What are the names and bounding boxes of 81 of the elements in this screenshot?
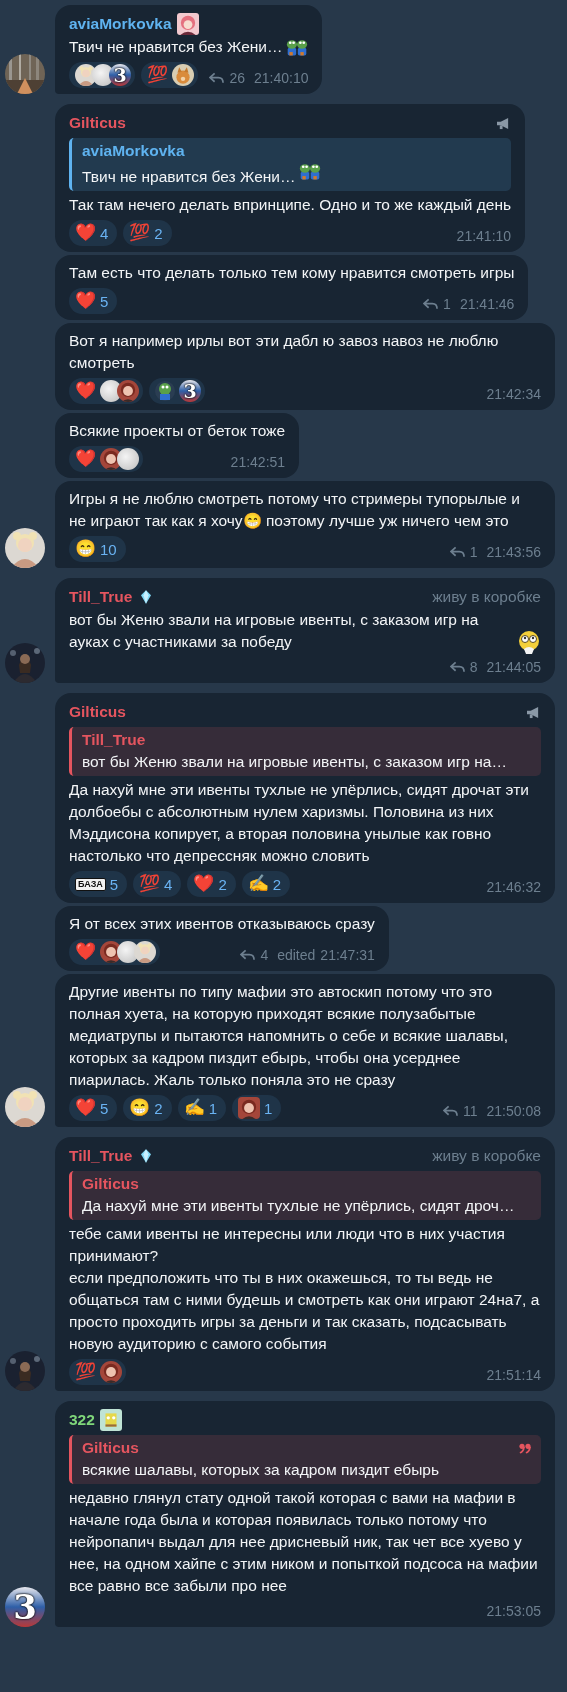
reply-arrow-icon[interactable]: [449, 546, 465, 558]
reaction-button[interactable]: ✍ 1: [177, 1095, 227, 1121]
reply-arrow-icon[interactable]: [423, 298, 439, 310]
emblem-avatar: 3: [179, 380, 201, 402]
frog-icon: [155, 381, 175, 401]
reply-arrow-icon[interactable]: [209, 72, 225, 84]
reply-arrow-icon[interactable]: [442, 1105, 458, 1117]
author-rank: живу в коробке: [431, 1146, 541, 1166]
message-text: Другие ивенты по типу мафии это автоскип потому что это полная хуета, на которую приходят всякие полузабытые медиатрупы и пытаются напомнить о себе и всякие шалавы, которых за кадром пиздит ебырь, чтобы она усерднее пиарилась. Жаль только поняла это не сразу: [69, 982, 509, 1090]
message-time: 21:53:05: [486, 1602, 541, 1621]
message-text: Твич не нравится без Жени…: [69, 37, 283, 57]
author-name[interactable]: aviaMorkovka: [69, 13, 172, 35]
reaction-button[interactable]: ❤ 5: [69, 288, 118, 314]
author-name[interactable]: 322: [69, 1409, 95, 1431]
reply-quote[interactable]: aviaMorkovka Твич не нравится без Жени…: [69, 138, 512, 191]
message-text: Всякие проекты от беток тоже: [69, 421, 286, 441]
reaction-button[interactable]: 💯 4: [133, 871, 182, 897]
emblem-avatar: 3: [5, 1587, 45, 1627]
message-text: вот бы Женю звали на игровые ивенты, с заказом игр на ауках с участниками за победу: [69, 610, 480, 652]
reaction-button[interactable]: ❤: [69, 939, 160, 965]
reaction-button[interactable]: 💯: [69, 1359, 126, 1385]
emblem-avatar: 3: [109, 64, 131, 86]
reply-author: Till_True: [82, 730, 146, 750]
reaction-button[interactable]: 1: [232, 1095, 282, 1121]
message-time: 21:50:08: [486, 1102, 541, 1121]
message-time: 21:46:32: [486, 878, 541, 897]
author-name[interactable]: Till_True: [69, 586, 133, 608]
message-text: Я от всех этих ивентов отказываюсь сразу: [69, 914, 375, 934]
reply-quote[interactable]: Till_True вот бы Женю звали на игровые ивенты, с заказом игр на…: [69, 727, 541, 776]
author-name[interactable]: Gilticus: [69, 112, 126, 134]
message-time: 21:47:31: [320, 946, 375, 965]
message-time: 21:43:56: [486, 543, 541, 562]
reply-arrow-icon[interactable]: [449, 661, 465, 673]
message-text: Да нахуй мне эти ивенты тухлые не упёрлись, сидят дрочат эти долбоебы с абсолютным нулем харизмы. Половина из них Мэддисона копирует, а вторая половина унылые как говно настолько что депрессняк можно словить: [69, 780, 530, 866]
reply-quote[interactable]: Gilticus Да нахуй мне эти ивенты тухлые не упёрлись, сидят дроч…: [69, 1171, 541, 1220]
message-time: 21:42:34: [486, 385, 541, 404]
reaction-button[interactable]: ❤ 2: [187, 871, 236, 897]
message-text: Так там нечего делать впринципе. Одно и то же каждый день: [69, 195, 512, 215]
author-name[interactable]: Till_True: [69, 1145, 133, 1167]
reply-author: Gilticus: [82, 1174, 139, 1194]
forward-count: 1: [443, 295, 451, 314]
reply-text: Твич не нравится без Жени…: [82, 168, 296, 185]
message-time: 21:42:51: [230, 453, 286, 472]
forward-count: 8: [469, 658, 478, 677]
forward-count: 4: [260, 946, 269, 965]
message-text: Игры я не люблю смотреть потому что стримеры тупорылые и не играют так как я хочу😁 поэтому лучше уж ничего чем это: [69, 489, 521, 531]
message-time: 21:51:14: [486, 1366, 541, 1385]
message-time: 21:41:46: [459, 295, 515, 314]
reply-text: вот бы Женю звали на игровые ивенты, с заказом игр на…: [82, 753, 507, 770]
forward-count: 26: [229, 69, 245, 88]
reaction-button[interactable]: 3: [69, 62, 135, 88]
message-time: 21:40:10: [254, 69, 309, 88]
reaction-button[interactable]: 💯: [141, 62, 198, 88]
reaction-button[interactable]: ✍ 2: [241, 871, 291, 897]
author-name[interactable]: Gilticus: [69, 701, 126, 723]
forward-count: 11: [462, 1102, 478, 1121]
reaction-button[interactable]: 💯 2: [123, 220, 172, 246]
reaction-button[interactable]: 😁 10: [69, 536, 126, 562]
blank-avatar: [117, 448, 139, 470]
author-rank: живу в коробке: [431, 587, 541, 607]
reaction-button[interactable]: ❤ 5: [69, 1095, 118, 1121]
reply-text: всякие шалавы, которых за кадром пиздит ебырь: [82, 1461, 439, 1478]
message-time: 21:44:05: [486, 658, 541, 677]
forward-count: 1: [469, 543, 478, 562]
reaction-button[interactable]: 😁 2: [123, 1095, 172, 1121]
reaction-button[interactable]: 3: [149, 378, 205, 404]
reply-author: Gilticus: [82, 1438, 139, 1458]
message-text: Вот я например ирлы вот эти дабл ю завоз навоз не люблю смотреть: [69, 331, 500, 373]
message-text: Там есть что делать только тем кому нравится смотреть игры: [69, 263, 515, 283]
reply-author: aviaMorkovka: [82, 141, 185, 161]
reply-quote[interactable]: Gilticus всякие шалавы, которых за кадром пиздит ебырь: [69, 1435, 541, 1484]
reply-text: Да нахуй мне эти ивенты тухлые не упёрлись, сидят дроч…: [82, 1197, 515, 1214]
reaction-button[interactable]: ❤: [69, 446, 143, 472]
reaction-button[interactable]: БАЗА 5: [69, 871, 128, 897]
reaction-button[interactable]: ❤: [69, 378, 143, 404]
reply-arrow-icon[interactable]: [240, 949, 256, 961]
message-text: недавно глянул стату одной такой которая с вами на мафии в начале года была и которая появилась только потому что нейропапич выдал для нее дрисневый ник, так чет все хуево у нее, на одном хайпе с этим ником и попыткой подсоса на мафии все равно все забыли про нее: [69, 1488, 539, 1596]
edited-label: edited: [277, 946, 316, 965]
message-time: 21:41:10: [456, 227, 512, 246]
reaction-button[interactable]: ❤ 4: [69, 220, 118, 246]
message-text: тебе сами ивенты не интересны или люди что в них участия принимают? если предположить что ты в них окажешься, то ты ведь не общаться там с ними будешь и смотреть как они играют 24на7, а просто проходить игры за деньги и так сказать, подсасывать новую аудиторию с самого события: [69, 1224, 541, 1354]
